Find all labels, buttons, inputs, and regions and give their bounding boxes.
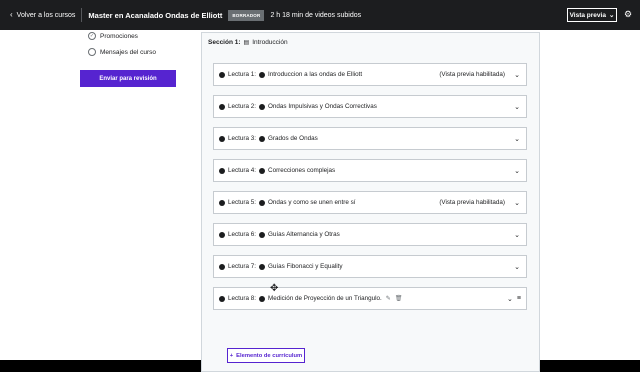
lecture-row[interactable]: Lectura 8: Medición de Proyección de un …	[213, 287, 527, 310]
play-circle-icon	[259, 231, 266, 238]
section-title: Sección 1: ▤ Introducción	[208, 39, 288, 46]
lecture-row[interactable]: Lectura 6: Guías Alternancia y Otras ⌄	[213, 223, 527, 246]
submit-for-review-button[interactable]: Enviar para revisión	[80, 70, 176, 87]
play-circle-icon	[259, 295, 266, 302]
preview-button[interactable]: Vista previa ⌄	[567, 8, 617, 22]
check-circle-icon	[219, 135, 225, 142]
course-title: Master en Acanalado Ondas de Elliott	[88, 10, 223, 20]
chevron-down-icon[interactable]: ⌄	[513, 263, 521, 271]
plus-icon: +	[229, 352, 234, 359]
lecture-title: Ondas y como se unen entre sí	[268, 199, 356, 206]
pencil-icon[interactable]: ✎	[386, 295, 391, 302]
lecture-row[interactable]: Lectura 4: Correcciones complejas ⌄	[213, 159, 527, 182]
sidebar-item-label: Mensajes del curso	[100, 48, 156, 56]
chevron-down-icon[interactable]: ⌄	[513, 167, 521, 175]
chevron-down-icon[interactable]: ⌄	[506, 295, 514, 303]
chevron-down-icon[interactable]: ⌄	[513, 199, 521, 207]
add-curriculum-item-button[interactable]: + Elemento de currículum	[227, 348, 305, 363]
lecture-row[interactable]: Lectura 7: Guías Fibonacci y Equality ⌄	[213, 255, 527, 278]
back-label: Volver a los cursos	[16, 11, 76, 19]
document-icon: ▤	[243, 40, 250, 46]
check-circle-icon	[219, 103, 225, 110]
preview-label: Vista previa	[569, 11, 606, 19]
sidebar: ✓ Promociones Mensajes del curso	[80, 28, 180, 60]
lecture-label: Lectura 5:	[228, 199, 257, 206]
move-cursor-icon: ✥	[270, 283, 279, 294]
back-to-courses-link[interactable]: ‹ Volver a los cursos	[10, 11, 75, 19]
sidebar-item-label: Promociones	[100, 32, 138, 40]
lecture-label: Lectura 6:	[228, 231, 257, 238]
empty-circle-icon	[88, 48, 96, 56]
check-circle-icon: ✓	[88, 32, 96, 40]
check-circle-icon	[219, 231, 225, 238]
preview-enabled-tag: (Vista previa habilitada)	[439, 199, 505, 206]
curriculum-area: Sección 1: ▤ Introducción Lectura 1: Int…	[187, 30, 553, 372]
play-circle-icon	[259, 71, 266, 78]
sidebar-item-promotions[interactable]: ✓ Promociones	[80, 28, 180, 44]
lecture-title: Guías Alternancia y Otras	[268, 231, 340, 238]
lecture-title: Medición de Proyección de un Triangulo.	[268, 295, 382, 302]
play-circle-icon	[259, 167, 266, 174]
lecture-row[interactable]: Lectura 1: Introduccion a las ondas de E…	[213, 63, 527, 86]
uploaded-duration: 2 h 18 min de videos subidos	[270, 11, 362, 19]
chevron-left-icon: ‹	[10, 10, 13, 19]
gear-icon[interactable]: ⚙	[624, 9, 632, 20]
check-circle-icon	[219, 167, 225, 174]
lecture-title: Guías Fibonacci y Equality	[268, 263, 343, 270]
lecture-title: Grados de Ondas	[268, 135, 318, 142]
check-circle-icon	[219, 263, 225, 270]
chevron-down-icon[interactable]: ⌄	[513, 135, 521, 143]
chevron-down-icon[interactable]: ⌄	[513, 71, 521, 79]
lecture-label: Lectura 4:	[228, 167, 257, 174]
sidebar-item-course-messages[interactable]: Mensajes del curso	[80, 44, 180, 60]
play-circle-icon	[259, 263, 266, 270]
lecture-title: Ondas Impulsivas y Ondas Correctivas	[268, 103, 377, 110]
top-bar: ‹ Volver a los cursos Master en Acanalad…	[0, 0, 640, 30]
lecture-label: Lectura 1:	[228, 71, 257, 78]
lecture-label: Lectura 8:	[228, 295, 257, 302]
lecture-title: Correcciones complejas	[268, 167, 336, 174]
check-circle-icon	[219, 295, 225, 302]
section-name: Introducción	[252, 39, 288, 46]
check-circle-icon	[219, 71, 225, 78]
play-circle-icon	[259, 199, 266, 206]
lecture-row[interactable]: Lectura 5: Ondas y como se unen entre sí…	[213, 191, 527, 214]
preview-enabled-tag: (Vista previa habilitada)	[439, 71, 505, 78]
check-circle-icon	[219, 199, 225, 206]
lecture-row[interactable]: Lectura 2: Ondas Impulsivas y Ondas Corr…	[213, 95, 527, 118]
chevron-down-icon[interactable]: ⌄	[513, 231, 521, 239]
app-frame: ‹ Volver a los cursos Master en Acanalad…	[0, 0, 640, 372]
play-circle-icon	[259, 135, 266, 142]
lecture-label: Lectura 3:	[228, 135, 257, 142]
chevron-down-icon: ⌄	[608, 12, 615, 19]
drag-handle-icon[interactable]: ≡	[517, 295, 521, 302]
lecture-row[interactable]: Lectura 3: Grados de Ondas ⌄	[213, 127, 527, 150]
play-circle-icon	[259, 103, 266, 110]
section-prefix: Sección 1:	[208, 39, 241, 46]
lecture-label: Lectura 7:	[228, 263, 257, 270]
lecture-label: Lectura 2:	[228, 103, 257, 110]
trash-icon[interactable]: 🗑	[395, 295, 403, 302]
status-badge: BORRADOR	[228, 9, 265, 21]
add-item-label: Elemento de currículum	[236, 352, 303, 359]
lecture-title: Introduccion a las ondas de Elliott	[268, 71, 363, 78]
topbar-divider	[81, 8, 83, 22]
chevron-down-icon[interactable]: ⌄	[513, 103, 521, 111]
